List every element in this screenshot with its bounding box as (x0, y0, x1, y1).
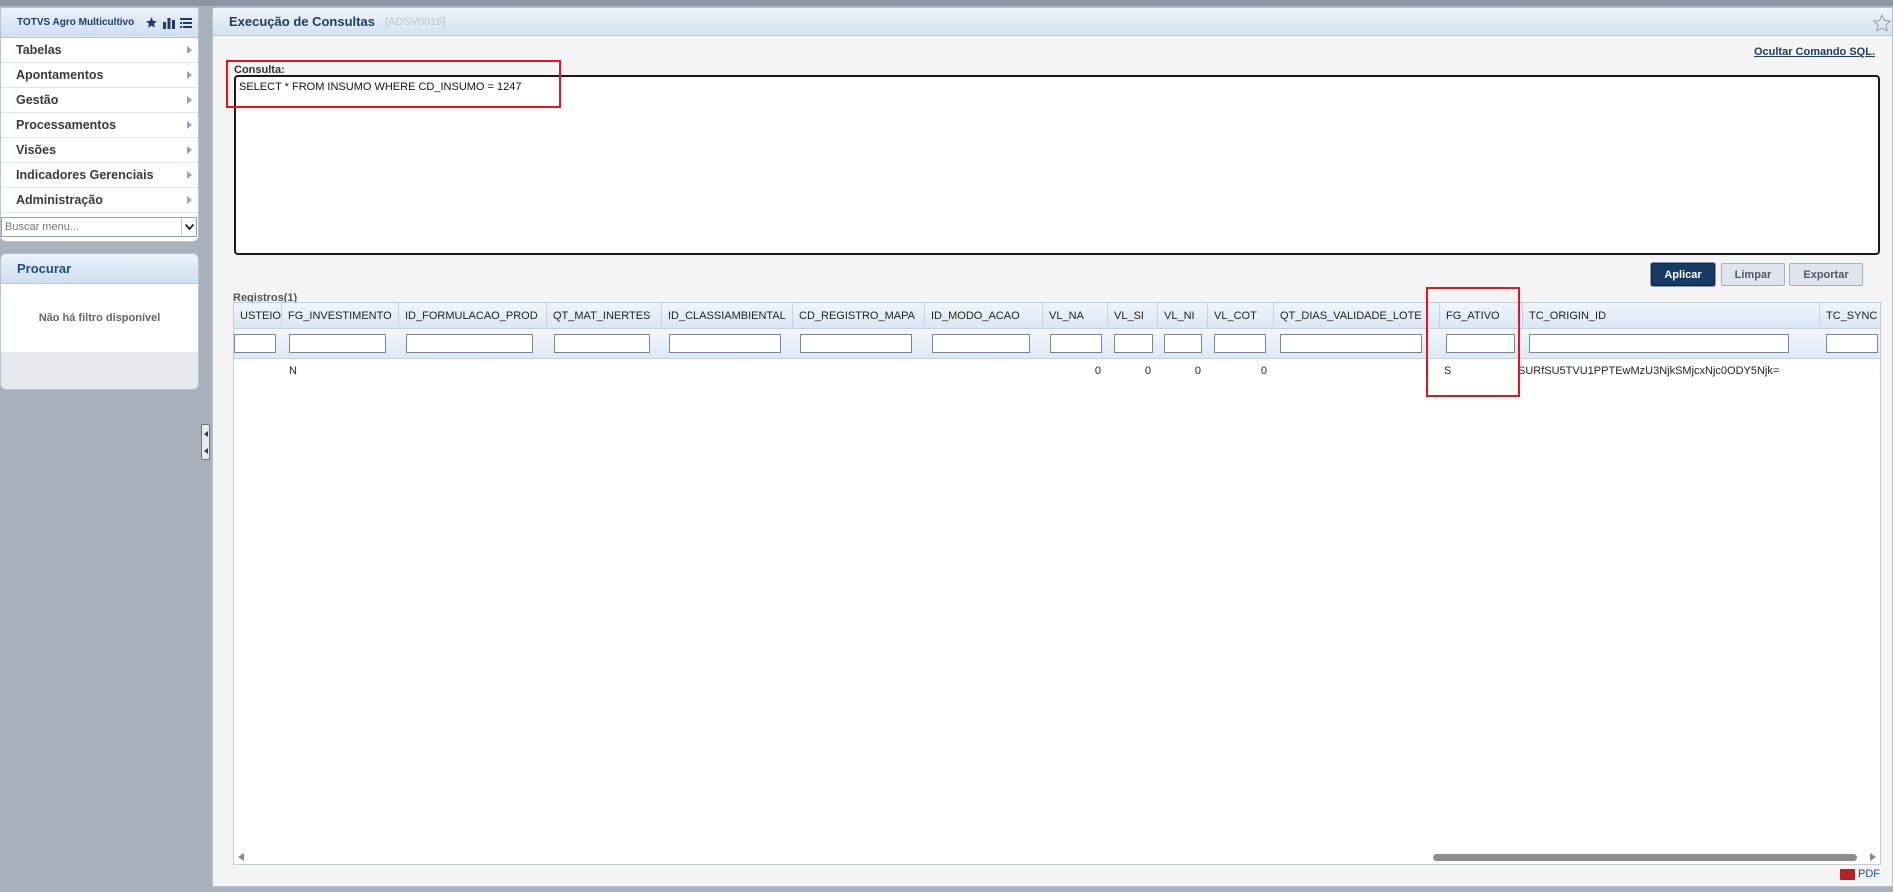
pdf-export-link[interactable]: PDF (1840, 868, 1880, 880)
favorite-star-outline-icon[interactable] (1872, 13, 1892, 33)
column-filter-input[interactable] (800, 334, 912, 353)
menu-item-label: Apontamentos (16, 68, 104, 82)
menu-item-label: Gestão (16, 93, 59, 107)
horizontal-scrollbar[interactable] (234, 850, 1880, 864)
column-filter-input[interactable] (1826, 334, 1878, 353)
table-cell: 0 (1194, 365, 1201, 377)
column-filter-input[interactable] (932, 334, 1030, 353)
favorites-star-icon[interactable] (145, 16, 158, 29)
results-grid: USTEIO FG_INVESTIMENTO ID_FORMULACAO_PRO… (233, 302, 1881, 865)
pdf-label: PDF (1858, 868, 1880, 880)
menu-search (1, 217, 197, 237)
pdf-icon (1840, 868, 1855, 880)
column-filter-input[interactable] (669, 334, 781, 353)
menu-list-icon[interactable] (180, 17, 192, 29)
column-filter-input[interactable] (406, 334, 533, 353)
column-filter-input[interactable] (234, 334, 276, 353)
column-filter-input[interactable] (1214, 334, 1266, 353)
table-cell: 0 (1144, 365, 1151, 377)
chevron-right-icon (187, 46, 192, 54)
scroll-right-icon[interactable] (1870, 853, 1876, 861)
main-header: Execução de Consultas [ADSV0016] (213, 8, 1892, 36)
chevron-right-icon (187, 196, 192, 204)
menu-item-label: Visões (16, 143, 57, 157)
menu-item-administracao[interactable]: Administração (1, 188, 198, 213)
column-filter-input[interactable] (1164, 334, 1202, 353)
column-header[interactable]: ID_MODO_ACAO (925, 303, 1043, 329)
procurar-title: Procurar (1, 254, 198, 284)
menu-item-indicadores-gerenciais[interactable]: Indicadores Gerenciais (1, 163, 198, 188)
column-header[interactable]: CD_REGISTRO_MAPA (793, 303, 925, 329)
column-header[interactable]: ID_FORMULACAO_PROD (399, 303, 547, 329)
menu-item-processamentos[interactable]: Processamentos (1, 113, 198, 138)
table-cell: 0 (1260, 365, 1267, 377)
chevron-right-icon (187, 71, 192, 79)
page-title: Execução de Consultas (229, 14, 375, 29)
clear-button[interactable]: Limpar (1721, 263, 1785, 286)
menu-item-visoes[interactable]: Visões (1, 138, 198, 163)
main-panel: Execução de Consultas [ADSV0016] Ocultar… (212, 7, 1893, 887)
sidebar: TOTVS Agro Multicultivo Tabelas Apontame… (0, 7, 199, 242)
column-header[interactable]: TC_SYNC (1820, 303, 1880, 329)
scroll-left-icon[interactable] (238, 853, 244, 861)
chevron-right-icon (187, 146, 192, 154)
column-filter-input[interactable] (1050, 334, 1102, 353)
column-header[interactable]: ID_CLASSIAMBIENTAL (662, 303, 793, 329)
column-filter-input[interactable] (554, 334, 650, 353)
sidebar-collapse-handle[interactable] (201, 424, 210, 460)
procurar-empty-text: Não há filtro disponível (1, 284, 198, 352)
top-strip (0, 0, 1893, 6)
hide-sql-link[interactable]: Ocultar Comando SQL. (1754, 46, 1875, 58)
column-header[interactable]: VL_NA (1043, 303, 1108, 329)
page-code: [ADSV0016] (384, 15, 446, 28)
header-icons (145, 16, 192, 29)
procurar-panel: Procurar Não há filtro disponível (0, 253, 199, 390)
app-title: TOTVS Agro Multicultivo (17, 17, 135, 28)
table-cell: 0 (1094, 365, 1101, 377)
menu-search-input[interactable] (2, 218, 181, 236)
column-filter-input[interactable] (1446, 334, 1515, 353)
menu-item-label: Processamentos (16, 118, 117, 132)
menu-item-label: Administração (16, 193, 103, 207)
grid-filter-row (234, 329, 1880, 359)
column-filter-input[interactable] (1529, 334, 1789, 353)
collapse-arrow-icon (203, 447, 208, 454)
grid-header-row: USTEIO FG_INVESTIMENTO ID_FORMULACAO_PRO… (234, 303, 1880, 329)
table-cell: S (1444, 365, 1452, 377)
menu-item-tabelas[interactable]: Tabelas (1, 38, 198, 63)
column-header[interactable]: QT_DIAS_VALIDADE_LOTE (1274, 303, 1440, 329)
column-header[interactable]: FG_ATIVO (1440, 303, 1523, 329)
chevron-down-icon (184, 224, 194, 230)
collapse-arrow-icon (203, 430, 208, 437)
menu-item-label: Tabelas (16, 43, 62, 57)
chevron-right-icon (187, 171, 192, 179)
chevron-right-icon (187, 121, 192, 129)
table-cell: N (289, 365, 297, 377)
menu-item-gestao[interactable]: Gestão (1, 88, 198, 113)
scrollbar-thumb[interactable] (1433, 854, 1857, 861)
column-header[interactable]: QT_MAT_INERTES (547, 303, 662, 329)
menu-item-label: Indicadores Gerenciais (16, 168, 154, 182)
column-header[interactable]: VL_COT (1208, 303, 1274, 329)
column-filter-input[interactable] (1280, 334, 1422, 353)
column-header[interactable]: TC_ORIGIN_ID (1523, 303, 1820, 329)
table-cell: SURfSU5TVU1PPTEwMzU3NjkSMjcxNjc0ODY5Njk= (1518, 365, 1780, 377)
column-filter-input[interactable] (1114, 334, 1153, 353)
column-filter-input[interactable] (289, 334, 386, 353)
column-header[interactable]: VL_SI (1108, 303, 1158, 329)
app-header: TOTVS Agro Multicultivo (1, 8, 198, 38)
column-header[interactable]: VL_NI (1158, 303, 1208, 329)
sql-query-textarea[interactable]: SELECT * FROM INSUMO WHERE CD_INSUMO = 1… (234, 75, 1880, 255)
chevron-right-icon (187, 96, 192, 104)
apply-button[interactable]: Aplicar (1651, 263, 1715, 286)
export-button[interactable]: Exportar (1789, 263, 1863, 286)
column-header[interactable]: FG_INVESTIMENTO (282, 303, 399, 329)
menu-item-apontamentos[interactable]: Apontamentos (1, 63, 198, 88)
menu-search-dropdown[interactable] (181, 218, 196, 236)
column-header[interactable]: USTEIO (234, 303, 282, 329)
chart-bars-icon[interactable] (163, 17, 175, 29)
